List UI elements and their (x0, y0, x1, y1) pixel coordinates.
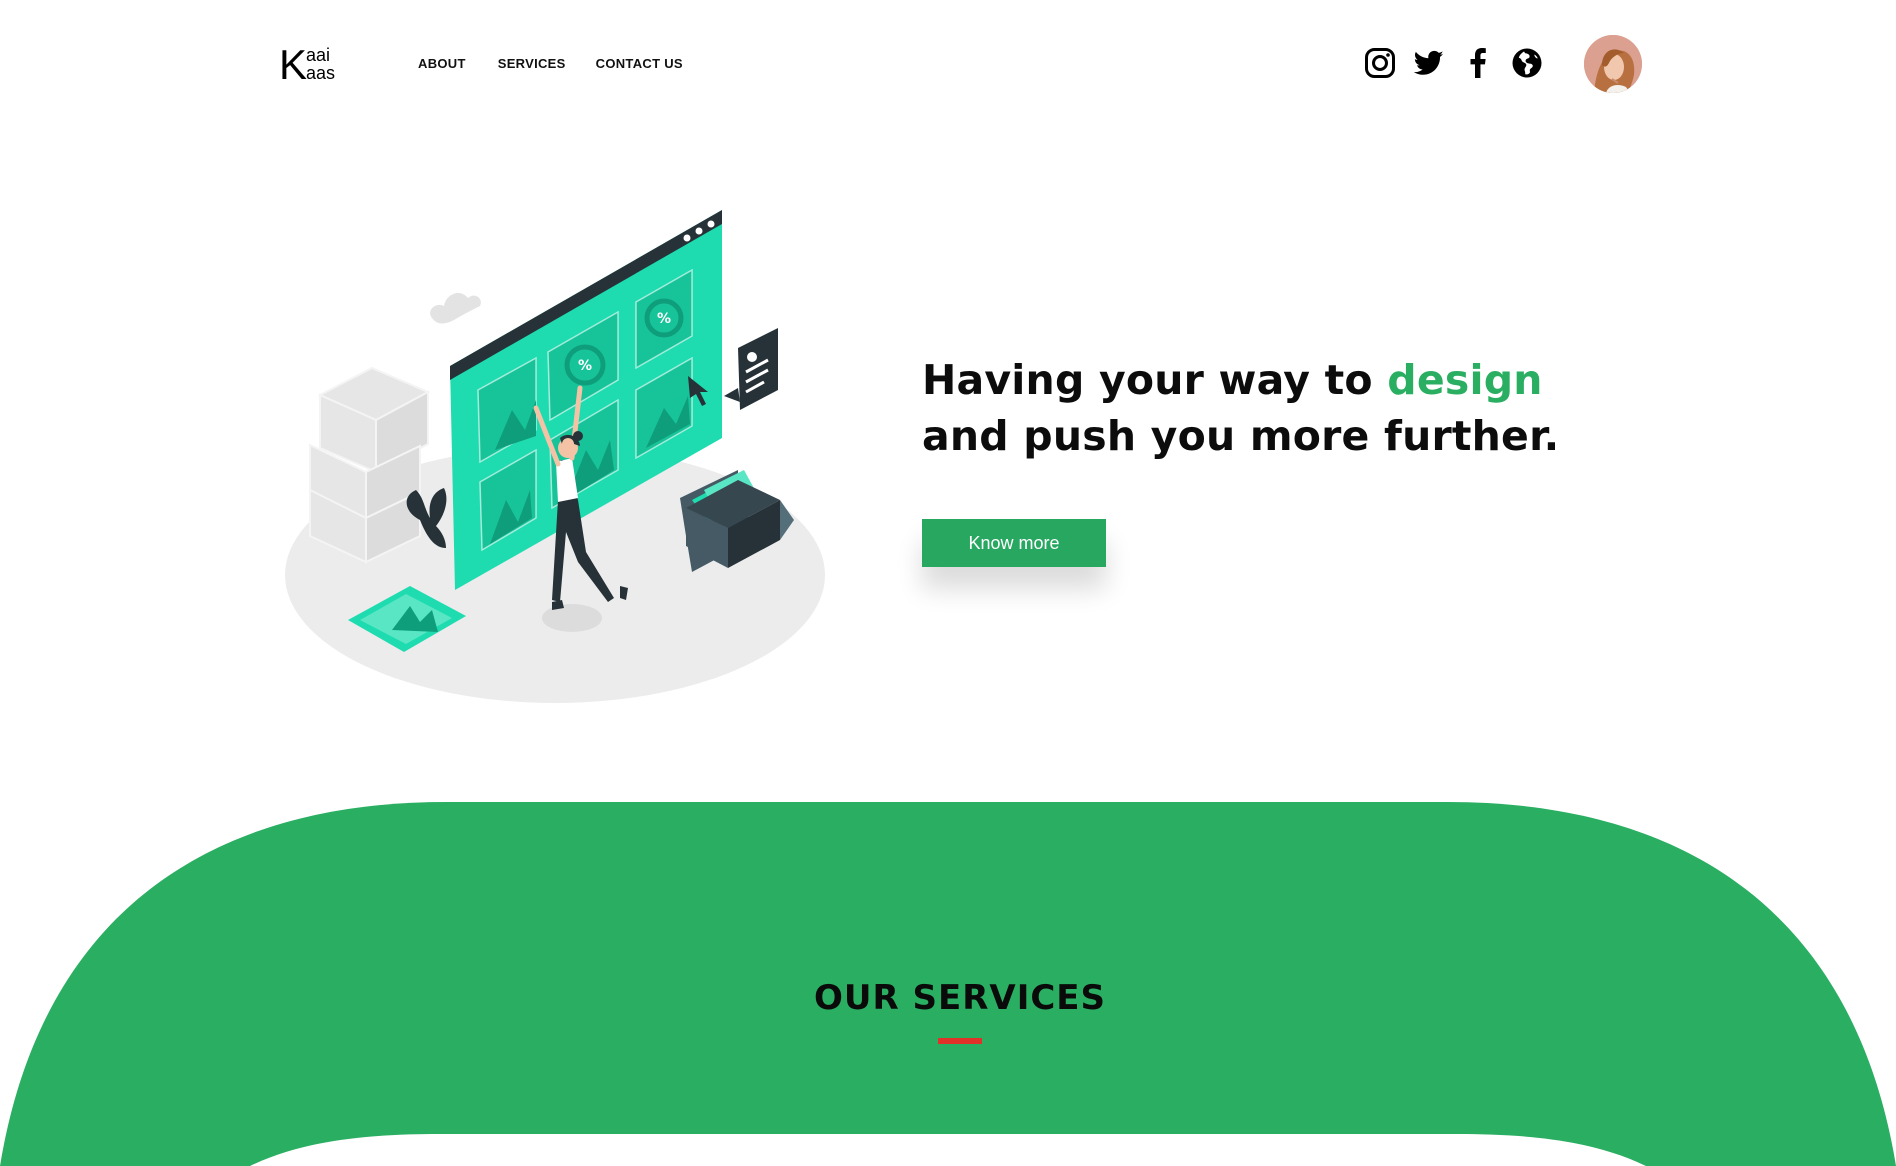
hero-title-after: and push you more further. (922, 412, 1560, 460)
services-title: OUR SERVICES (813, 978, 1107, 1018)
logo-text-bottom: aas (306, 63, 336, 83)
svg-text:%: % (578, 358, 592, 374)
know-more-button[interactable]: Know more (922, 519, 1106, 567)
hero-title: Having your way to design and push you m… (922, 352, 1622, 464)
logo-text-top: aai (306, 45, 331, 65)
hero-title-before: Having your way to (922, 356, 1388, 404)
facebook-icon[interactable] (1462, 47, 1494, 79)
social-links (1364, 47, 1543, 79)
site-header: K aai aas ABOUT SERVICES CONTACT US (0, 0, 1896, 130)
nav-contact-us[interactable]: CONTACT US (596, 56, 683, 71)
globe-icon[interactable] (1511, 47, 1543, 79)
hero-title-accent: design (1387, 356, 1543, 404)
nav-about[interactable]: ABOUT (418, 56, 466, 71)
logo-letter: K (279, 41, 308, 88)
twitter-icon[interactable] (1413, 47, 1445, 79)
main-nav: ABOUT SERVICES CONTACT US (418, 56, 683, 71)
brand-logo[interactable]: K aai aas (279, 41, 349, 88)
services-title-underline (938, 1038, 982, 1044)
nav-services[interactable]: SERVICES (498, 56, 566, 71)
user-avatar[interactable] (1584, 35, 1642, 93)
instagram-icon[interactable] (1364, 47, 1396, 79)
hero-illustration: % % (280, 200, 840, 710)
svg-text:%: % (657, 311, 671, 327)
